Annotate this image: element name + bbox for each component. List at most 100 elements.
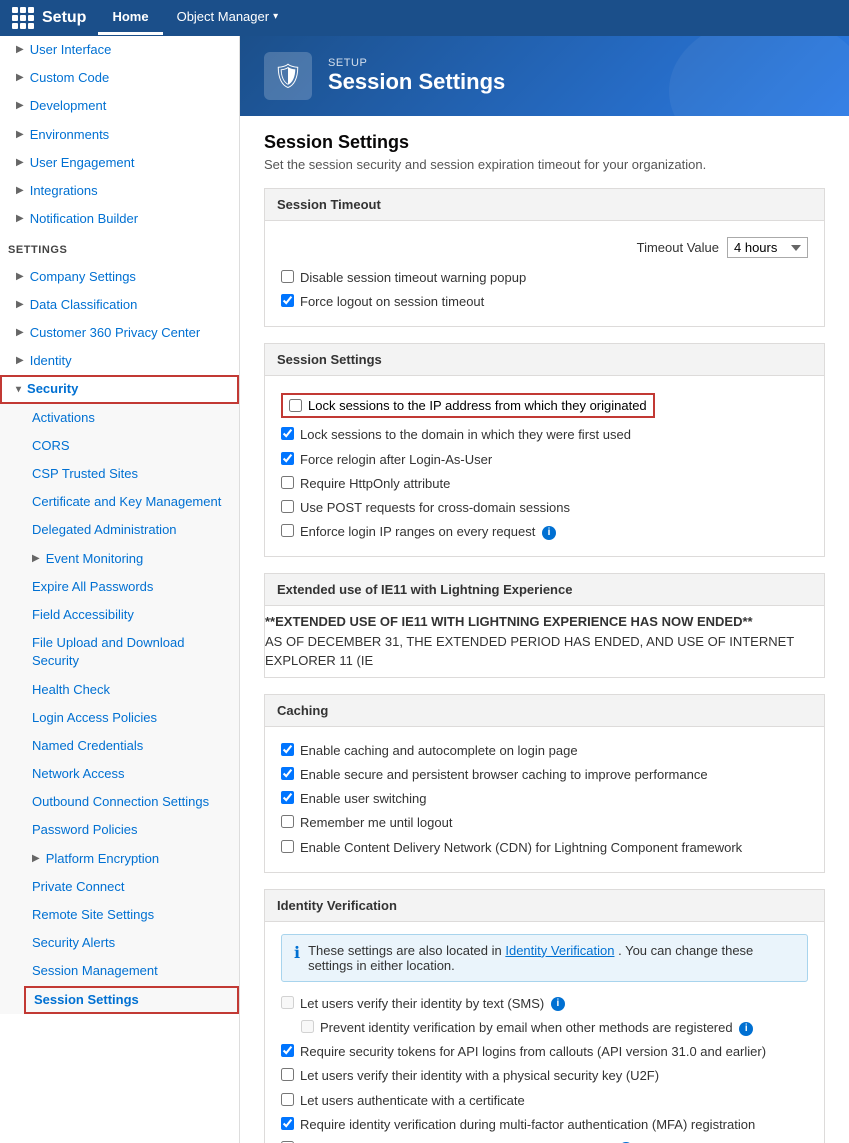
sidebar-item-data-classification[interactable]: ▶ Data Classification [0, 291, 239, 319]
info-banner-text: These settings are also located in Ident… [308, 943, 795, 973]
security-tokens-row: Require security tokens for API logins f… [281, 1040, 808, 1064]
tab-home[interactable]: Home [98, 1, 162, 35]
chevron-down-icon: ▾ [16, 383, 21, 397]
sidebar-item-event-monitoring[interactable]: ▶ Event Monitoring [24, 545, 239, 573]
chevron-right-icon: ▶ [16, 298, 24, 312]
sidebar-item-notification-builder[interactable]: ▶ Notification Builder [0, 205, 239, 233]
sidebar-item-company-settings[interactable]: ▶ Company Settings [0, 263, 239, 291]
header-text: SETUP Session Settings [328, 57, 505, 95]
prevent-email-verify-label: Prevent identity verification by email w… [320, 1019, 753, 1037]
use-post-label: Use POST requests for cross-domain sessi… [300, 499, 570, 517]
enable-cdn-row: Enable Content Delivery Network (CDN) fo… [281, 836, 808, 860]
prevent-email-verify-checkbox[interactable] [301, 1020, 314, 1033]
force-relogin-checkbox[interactable] [281, 452, 294, 465]
chevron-right-icon: ▶ [16, 43, 24, 57]
enable-secure-caching-checkbox[interactable] [281, 767, 294, 780]
sidebar-item-activations[interactable]: Activations [24, 404, 239, 432]
sidebar-item-delegated-admin[interactable]: Delegated Administration [24, 516, 239, 544]
disable-timeout-warning-label: Disable session timeout warning popup [300, 269, 526, 287]
security-tokens-checkbox[interactable] [281, 1044, 294, 1057]
require-httponly-checkbox[interactable] [281, 476, 294, 489]
sidebar-item-identity[interactable]: ▶ Identity [0, 347, 239, 375]
sidebar-item-cert-key-mgmt[interactable]: Certificate and Key Management [24, 488, 239, 516]
mfa-registration-label: Require identity verification during mul… [300, 1116, 755, 1134]
main-layout: ▶ User Interface ▶ Custom Code ▶ Develop… [0, 36, 849, 1143]
page-title-banner: Session Settings [328, 69, 505, 95]
lock-ip-checkbox[interactable] [289, 399, 302, 412]
info-icon-enforce-login[interactable]: i [542, 526, 556, 540]
sidebar-item-remote-site[interactable]: Remote Site Settings [24, 901, 239, 929]
sidebar-item-named-credentials[interactable]: Named Credentials [24, 732, 239, 760]
sidebar-item-user-engagement[interactable]: ▶ User Engagement [0, 149, 239, 177]
force-logout-row: Force logout on session timeout [281, 290, 808, 314]
sidebar-item-network-access[interactable]: Network Access [24, 760, 239, 788]
identity-verification-link[interactable]: Identity Verification [505, 943, 614, 958]
lock-ip-label: Lock sessions to the IP address from whi… [308, 398, 647, 413]
settings-section-header: SETTINGS [0, 233, 239, 262]
timeout-select[interactable]: 4 hours 2 hours 8 hours 12 hours 1 hour [727, 237, 808, 258]
timeout-row: Timeout Value 4 hours 2 hours 8 hours 12… [281, 233, 808, 266]
enforce-login-ip-checkbox[interactable] [281, 524, 294, 537]
info-icon-prevent-email[interactable]: i [739, 1022, 753, 1036]
lock-ip-row-wrapper: Lock sessions to the IP address from whi… [281, 391, 808, 420]
sidebar-item-security-alerts[interactable]: Security Alerts [24, 929, 239, 957]
enable-cdn-label: Enable Content Delivery Network (CDN) fo… [300, 839, 742, 857]
sidebar-item-field-accessibility[interactable]: Field Accessibility [24, 601, 239, 629]
info-icon-sms[interactable]: i [551, 997, 565, 1011]
force-logout-checkbox[interactable] [281, 294, 294, 307]
mfa-registration-row: Require identity verification during mul… [281, 1113, 808, 1137]
tab-object-manager[interactable]: Object Manager ▾ [163, 1, 293, 35]
sidebar-item-integrations[interactable]: ▶ Integrations [0, 177, 239, 205]
disable-timeout-warning-row: Disable session timeout warning popup [281, 266, 808, 290]
ie11-body: **EXTENDED USE OF IE11 WITH LIGHTNING EX… [265, 606, 824, 677]
force-relogin-row: Force relogin after Login-As-User [281, 448, 808, 472]
enable-user-switching-checkbox[interactable] [281, 791, 294, 804]
enable-cdn-checkbox[interactable] [281, 840, 294, 853]
sidebar-item-development[interactable]: ▶ Development [0, 92, 239, 120]
sidebar-item-platform-encryption[interactable]: ▶ Platform Encryption [24, 845, 239, 873]
sidebar-item-security[interactable]: ▾ Security [0, 375, 239, 403]
session-settings-body: Lock sessions to the IP address from whi… [265, 376, 824, 556]
remember-me-checkbox[interactable] [281, 815, 294, 828]
chevron-right-icon: ▶ [16, 326, 24, 340]
sidebar-item-password-policies[interactable]: Password Policies [24, 816, 239, 844]
chevron-right-icon: ▶ [16, 270, 24, 284]
sms-verify-checkbox[interactable] [281, 996, 294, 1009]
force-logout-label: Force logout on session timeout [300, 293, 484, 311]
sidebar-item-customer-360[interactable]: ▶ Customer 360 Privacy Center [0, 319, 239, 347]
sidebar-item-session-settings[interactable]: Session Settings [24, 986, 239, 1014]
sidebar-item-health-check[interactable]: Health Check [24, 676, 239, 704]
cert-auth-row: Let users authenticate with a certificat… [281, 1089, 808, 1113]
enable-secure-caching-row: Enable secure and persistent browser cac… [281, 763, 808, 787]
chevron-right-icon: ▶ [16, 71, 24, 85]
sidebar-item-user-interface[interactable]: ▶ User Interface [0, 36, 239, 64]
shield-icon: 🛡 [273, 62, 303, 91]
enable-caching-checkbox[interactable] [281, 743, 294, 756]
sidebar-item-file-upload[interactable]: File Upload and Download Security [24, 629, 239, 675]
sidebar-item-custom-code[interactable]: ▶ Custom Code [0, 64, 239, 92]
physical-key-label: Let users verify their identity with a p… [300, 1067, 659, 1085]
sidebar-item-session-management[interactable]: Session Management [24, 957, 239, 985]
identity-verification-body: ℹ These settings are also located in Ide… [265, 922, 824, 1143]
sidebar-item-environments[interactable]: ▶ Environments [0, 121, 239, 149]
mfa-registration-checkbox[interactable] [281, 1117, 294, 1130]
sidebar-item-cors[interactable]: CORS [24, 432, 239, 460]
lock-domain-label: Lock sessions to the domain in which the… [300, 426, 631, 444]
page-header-banner: 🛡 SETUP Session Settings [240, 36, 849, 116]
use-post-checkbox[interactable] [281, 500, 294, 513]
cert-auth-checkbox[interactable] [281, 1093, 294, 1106]
chevron-down-icon: ▾ [273, 11, 278, 22]
lock-domain-checkbox[interactable] [281, 427, 294, 440]
app-title: Setup [42, 9, 86, 27]
app-launcher-button[interactable] [8, 3, 38, 33]
sidebar-item-outbound-connection[interactable]: Outbound Connection Settings [24, 788, 239, 816]
disable-timeout-warning-checkbox[interactable] [281, 270, 294, 283]
physical-key-checkbox[interactable] [281, 1068, 294, 1081]
session-settings-section: Session Settings Lock sessions to the IP… [264, 343, 825, 557]
sidebar-item-csp-trusted-sites[interactable]: CSP Trusted Sites [24, 460, 239, 488]
identity-verification-header: Identity Verification [265, 890, 824, 922]
sidebar-item-expire-passwords[interactable]: Expire All Passwords [24, 573, 239, 601]
sidebar-item-private-connect[interactable]: Private Connect [24, 873, 239, 901]
sidebar-item-login-access[interactable]: Login Access Policies [24, 704, 239, 732]
session-timeout-header: Session Timeout [265, 189, 824, 221]
